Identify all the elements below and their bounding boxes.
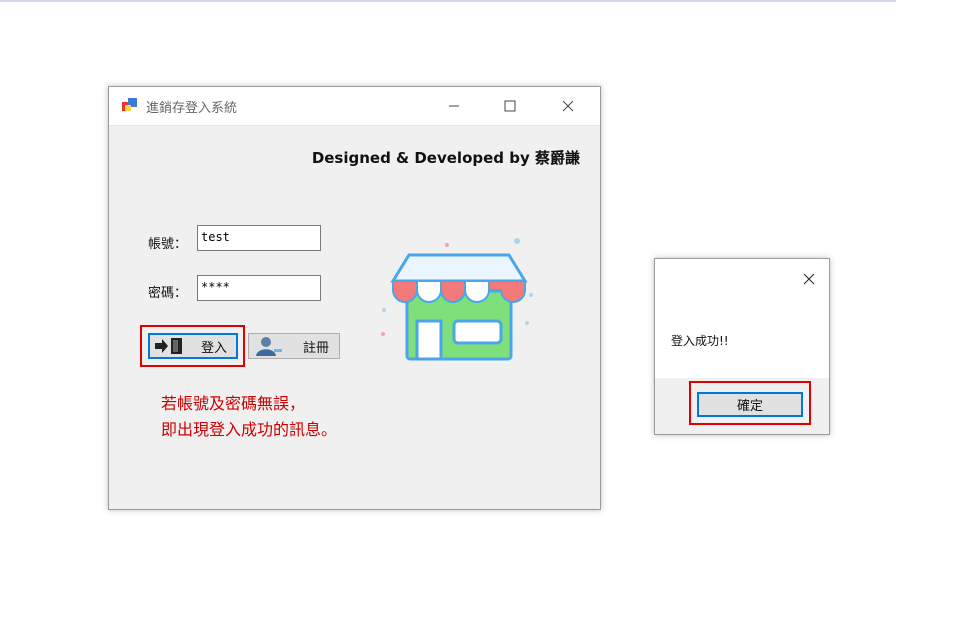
app-icon [122, 98, 137, 111]
minimize-button[interactable] [431, 87, 477, 125]
maximize-button[interactable] [487, 87, 533, 125]
window-title: 進銷存登入系統 [146, 101, 238, 116]
ok-button-label: 確定 [736, 399, 763, 414]
annotation-line-1: 若帳號及密碼無誤， [161, 394, 306, 413]
login-window: 進銷存登入系統 Designed & Developed by 蔡爵謙 帳號： … [108, 86, 601, 510]
message-text: 登入成功!! [671, 334, 729, 348]
register-button-label: 註冊 [303, 340, 330, 356]
annotation-note: 若帳號及密碼無誤， 即出現登入成功的訊息。 [161, 391, 337, 443]
close-icon [562, 100, 574, 112]
title-bar[interactable]: 進銷存登入系統 [109, 87, 600, 126]
close-button[interactable] [545, 87, 591, 125]
shop-illustration [381, 238, 533, 361]
top-divider [0, 0, 896, 2]
ok-button[interactable]: 確定 [697, 392, 803, 417]
designer-credit: Designed & Developed by 蔡爵謙 [311, 149, 580, 167]
message-close-button[interactable] [795, 265, 823, 293]
user-icon [256, 337, 282, 356]
minimize-icon [449, 105, 459, 107]
message-box: 登入成功!! 確定 [654, 258, 830, 435]
door-enter-icon [155, 338, 182, 354]
close-icon [803, 273, 815, 285]
password-label: 密碼： [148, 286, 188, 301]
login-button[interactable]: 登入 [148, 333, 238, 359]
account-input[interactable]: test [197, 225, 321, 251]
register-button[interactable]: 註冊 [248, 333, 340, 359]
password-input[interactable]: **** [197, 275, 321, 301]
maximize-icon [504, 100, 516, 112]
annotation-line-2: 即出現登入成功的訊息。 [161, 420, 338, 439]
account-label: 帳號： [148, 237, 188, 252]
login-button-label: 登入 [201, 340, 228, 356]
